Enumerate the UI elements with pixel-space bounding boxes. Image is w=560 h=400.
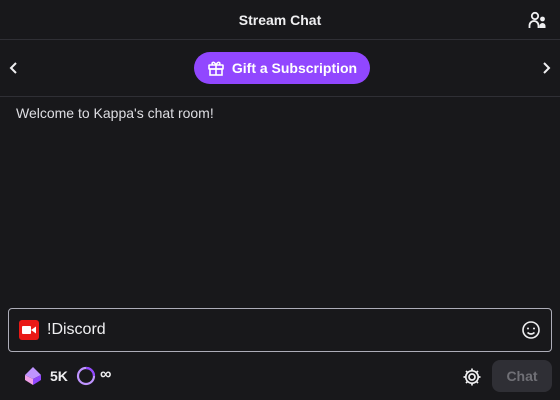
promo-prev-button[interactable] [2, 56, 26, 80]
chat-title: Stream Chat [238, 12, 322, 28]
emote-picker-button[interactable] [521, 320, 541, 340]
users-icon [528, 11, 546, 28]
chat-header: Stream Chat [0, 0, 560, 40]
promo-next-button[interactable] [534, 56, 558, 80]
send-chat-button[interactable]: Chat [492, 360, 552, 392]
watch-streak-value: ∞ [100, 366, 112, 383]
channel-points-icon [25, 367, 41, 385]
gear-icon [463, 368, 481, 386]
gift-subscription-label: Gift a Subscription [231, 60, 358, 76]
community-users-button[interactable] [526, 8, 550, 32]
chevron-right-icon [543, 62, 551, 74]
watch-streak-button[interactable] [76, 366, 96, 386]
gift-icon [208, 61, 224, 76]
chat-footer: 5K ∞ Chat [0, 358, 560, 396]
promo-bar: Gift a Subscription [0, 40, 560, 97]
chat-input-value[interactable]: !Discord [47, 309, 106, 351]
chat-settings-button[interactable] [460, 365, 484, 389]
chevron-left-icon [9, 62, 17, 74]
stream-chat-panel: Stream Chat Gift a Subscription Welcome … [0, 0, 560, 400]
video-camera-icon [19, 320, 39, 340]
channel-points-button[interactable] [24, 366, 42, 386]
chat-input[interactable]: !Discord [8, 308, 552, 352]
watch-streak-icon [76, 366, 96, 386]
smiley-icon [522, 321, 540, 339]
channel-points-count: 5K [50, 368, 68, 384]
gift-subscription-button[interactable]: Gift a Subscription [194, 52, 370, 84]
chat-messages: Welcome to Kappa's chat room! [0, 97, 560, 302]
welcome-message: Welcome to Kappa's chat room! [16, 105, 214, 121]
